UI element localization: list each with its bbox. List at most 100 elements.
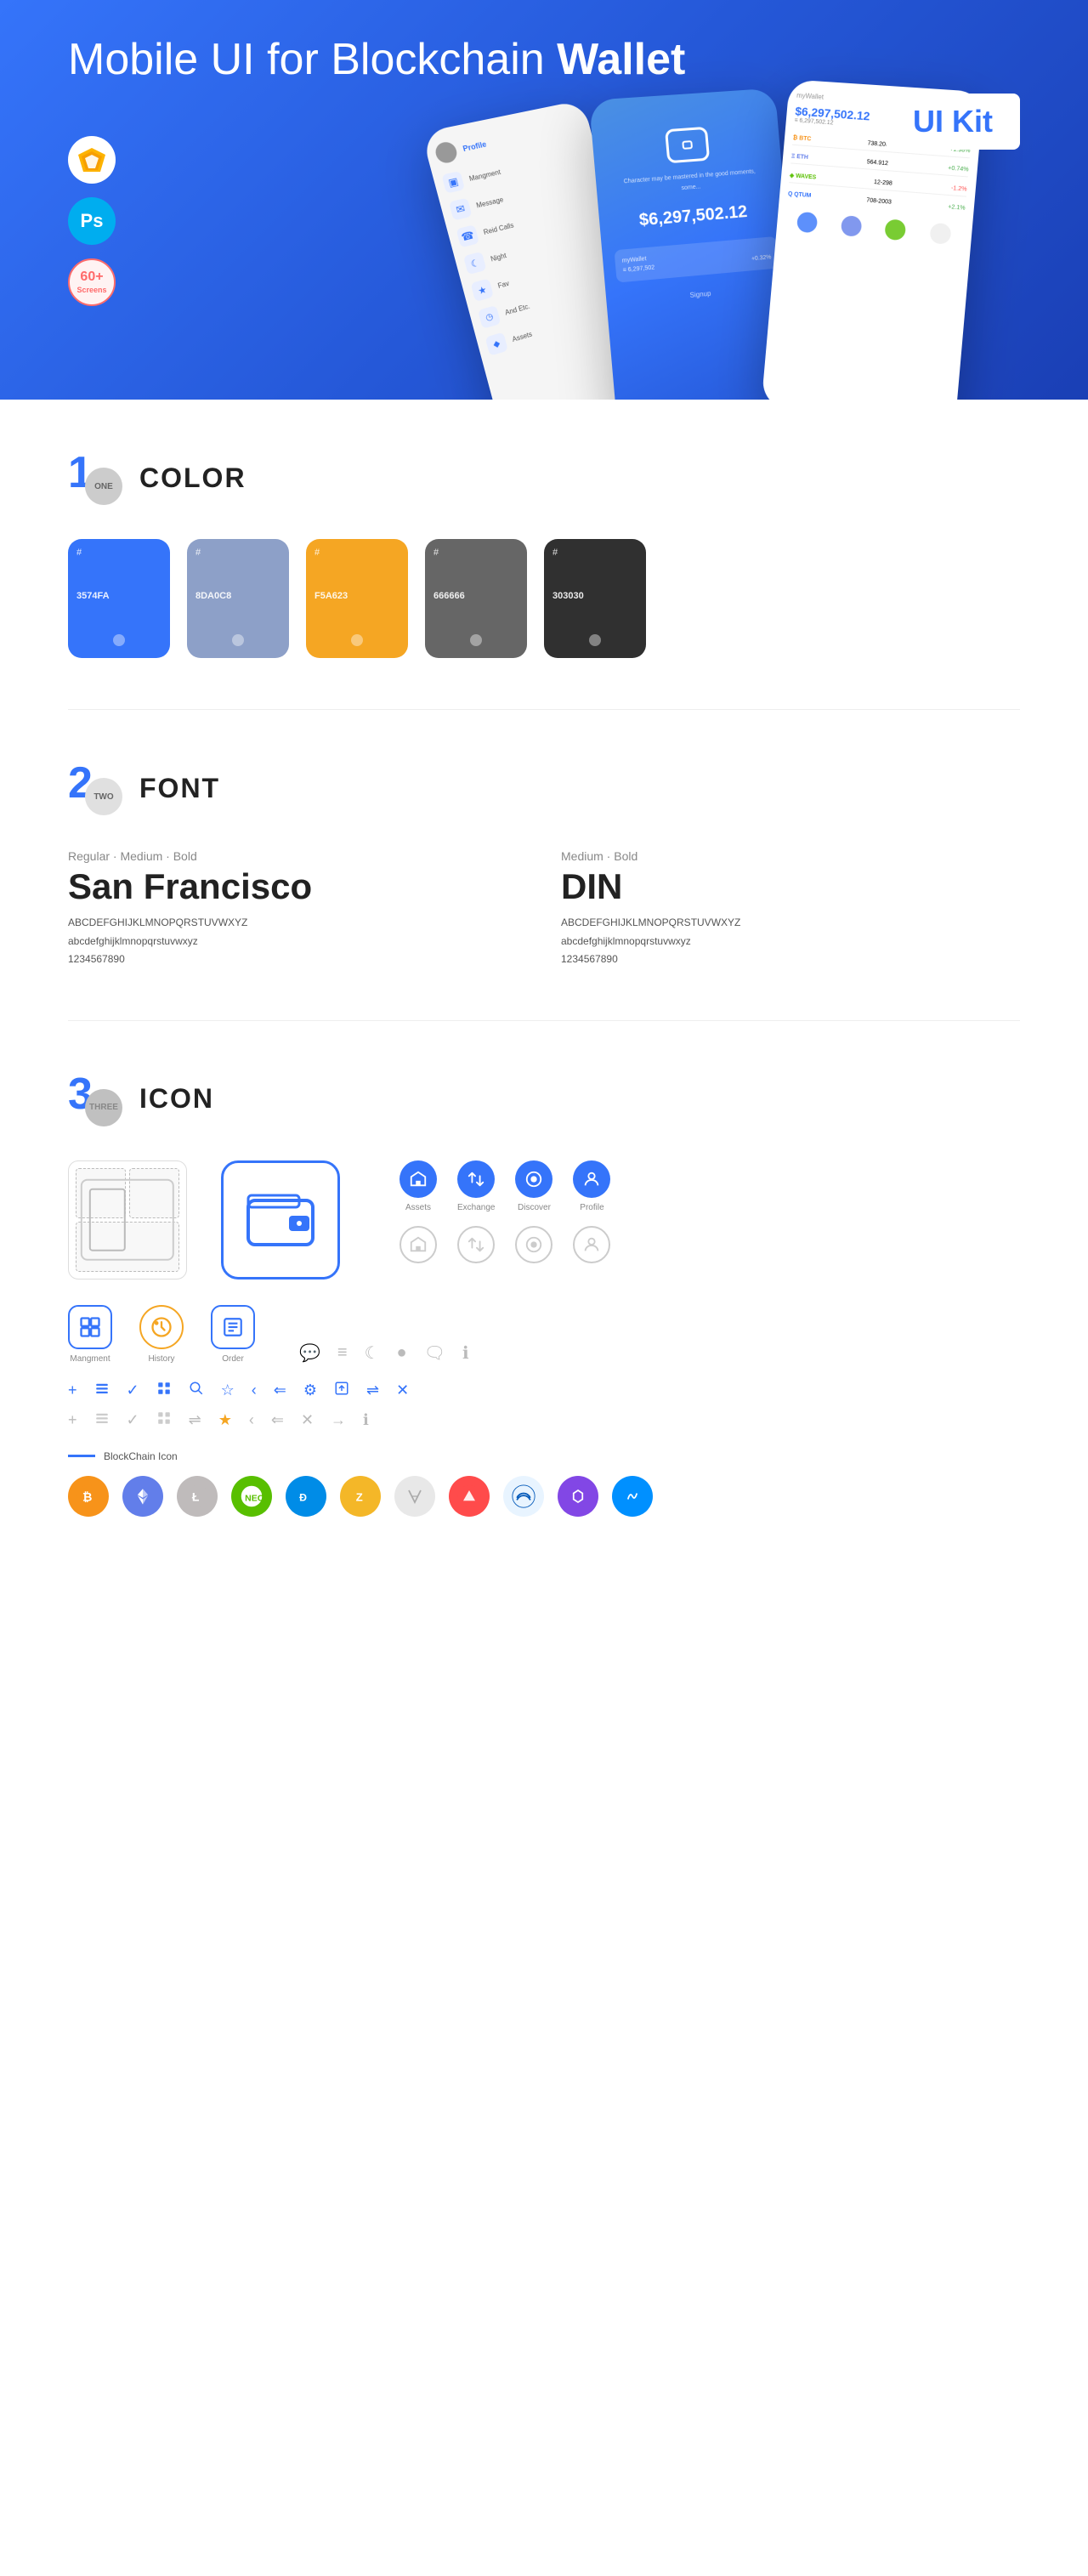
icon-labeled-row: Mangment History Order: [68, 1305, 1020, 1364]
list-icon: [94, 1381, 110, 1400]
color-section: 1 ONE COLOR # 3574FA # 8DA0C8 # F5A623: [68, 451, 1020, 658]
discover-outline-circle: [515, 1226, 552, 1263]
assets-outline-circle: [400, 1226, 437, 1263]
back-icon: ‹: [252, 1382, 257, 1399]
zcash-logo: Z: [340, 1476, 381, 1517]
other-logo: [612, 1476, 653, 1517]
icon-discover: Discover: [515, 1160, 552, 1212]
profile-outline-circle: [573, 1226, 610, 1263]
icon-section-sublabel: THREE: [85, 1089, 122, 1126]
swatch-gray-blue: # 8DA0C8: [187, 539, 289, 658]
discover-icon-circle: [515, 1160, 552, 1198]
sketch-badge: [68, 136, 116, 184]
uikit-badge: UI Kit: [886, 94, 1020, 150]
icon-discover-outline: [515, 1226, 552, 1263]
blockchain-divider: BlockChain Icon: [68, 1450, 1020, 1462]
bitcoin-logo: ₿: [68, 1476, 109, 1517]
icon-order: Order: [211, 1305, 255, 1364]
sf-uppercase: ABCDEFGHIJKLMNOPQRSTUVWXYZ: [68, 914, 527, 933]
icon-section-title: ICON: [139, 1083, 214, 1115]
font-section-title: FONT: [139, 773, 220, 804]
icon-section: 3 THREE ICON: [68, 1072, 1020, 1517]
circle-icon: ●: [397, 1343, 407, 1363]
dash-logo: Đ: [286, 1476, 326, 1517]
svg-text:NEO: NEO: [245, 1493, 264, 1503]
named-icons-filled: Assets Exchange Discover: [400, 1160, 610, 1263]
plus-gray-icon: +: [68, 1411, 77, 1429]
swatch-mid-gray: # 666666: [425, 539, 527, 658]
check-gray-icon: ✓: [127, 1411, 139, 1429]
svg-text:₿: ₿: [82, 1489, 92, 1503]
swatch-blue: # 3574FA: [68, 539, 170, 658]
din-name: DIN: [561, 866, 1020, 907]
blockchain-label: BlockChain Icon: [104, 1450, 178, 1462]
font-section: 2 TWO FONT Regular · Medium · Bold San F…: [68, 761, 1020, 969]
icon-profile: Profile: [573, 1160, 610, 1212]
crypto-logos: ₿ Ł NEO Đ Z: [68, 1476, 1020, 1517]
swatch-orange: # F5A623: [306, 539, 408, 658]
info-icon: ℹ: [462, 1342, 469, 1364]
history-label: History: [148, 1354, 174, 1364]
star-icon: ☆: [221, 1382, 235, 1399]
font-san-francisco: Regular · Medium · Bold San Francisco AB…: [68, 849, 527, 969]
color-swatches: # 3574FA # 8DA0C8 # F5A623 # 666666 #: [68, 539, 1020, 658]
close-icon: ✕: [396, 1382, 409, 1399]
forward-gray-icon: →: [331, 1411, 346, 1429]
sf-weight-label: Regular · Medium · Bold: [68, 849, 527, 863]
upload-icon: [334, 1381, 349, 1400]
content-wrapper: 1 ONE COLOR # 3574FA # 8DA0C8 # F5A623: [0, 400, 1088, 1619]
font-section-sublabel: TWO: [85, 778, 122, 815]
layers-icon: ≡: [337, 1343, 348, 1363]
svg-text:Đ: Đ: [299, 1491, 307, 1503]
exchange-icon-circle: [457, 1160, 495, 1198]
hero-title-bold: Wallet: [557, 35, 685, 84]
misc-icons-row: 💬 ≡ ☾ ● 🗨 ℹ: [299, 1342, 469, 1364]
ps-badge: Ps: [68, 197, 116, 245]
order-icon: [211, 1305, 255, 1349]
icon-profile-outline: [573, 1226, 610, 1263]
back-gray-icon: ‹: [249, 1411, 254, 1429]
icon-filled-wallet: [221, 1160, 340, 1279]
ark-logo: [449, 1476, 490, 1517]
litecoin-logo: Ł: [177, 1476, 218, 1517]
icon-history: History: [139, 1305, 184, 1364]
mangment-label: Mangment: [70, 1354, 110, 1364]
swap-gray-icon: ⇌: [189, 1411, 201, 1429]
hero-title: Mobile UI for Blockchain Wallet: [68, 34, 1020, 85]
grid-gray-icon: [156, 1410, 172, 1430]
ethereum-logo: [122, 1476, 163, 1517]
info-gray-icon: ℹ: [363, 1411, 369, 1429]
svg-text:Z: Z: [356, 1490, 363, 1503]
grid-icon: [156, 1381, 172, 1400]
star-filled-icon: ★: [218, 1411, 232, 1429]
hero-badges: Ps 60+ Screens: [68, 136, 116, 306]
mangment-icon: [68, 1305, 112, 1349]
blockchain-line: [68, 1455, 95, 1457]
order-label: Order: [222, 1354, 244, 1364]
iota-logo: [394, 1476, 435, 1517]
icon-assets: Assets: [400, 1160, 437, 1212]
share-icon: ⇐: [274, 1382, 286, 1399]
neo-logo: NEO: [231, 1476, 272, 1517]
gear-icon: ⚙: [303, 1382, 317, 1399]
chat2-icon: 🗨: [424, 1342, 445, 1364]
icon-top-row: Assets Exchange Discover: [68, 1160, 1020, 1279]
exchange-icon-label: Exchange: [457, 1203, 495, 1212]
swatch-dark: # 303030: [544, 539, 646, 658]
list-gray-icon: [94, 1410, 110, 1430]
font-grid: Regular · Medium · Bold San Francisco AB…: [68, 849, 1020, 969]
profile-icon-label: Profile: [580, 1203, 604, 1212]
search-icon: [189, 1381, 204, 1400]
sf-lowercase: abcdefghijklmnopqrstuvwxyz: [68, 933, 527, 951]
font-din: Medium · Bold DIN ABCDEFGHIJKLMNOPQRSTUV…: [561, 849, 1020, 969]
color-section-title: COLOR: [139, 462, 246, 494]
history-icon: [139, 1305, 184, 1349]
small-icons-row2: + ✓ ⇌ ★ ‹ ⇐ ✕ → ℹ: [68, 1410, 1020, 1430]
assets-icon-circle: [400, 1160, 437, 1198]
moon-icon: ☾: [365, 1342, 380, 1364]
din-uppercase: ABCDEFGHIJKLMNOPQRSTUVWXYZ: [561, 914, 1020, 933]
color-section-sublabel: ONE: [85, 468, 122, 505]
hero-title-regular: Mobile UI for Blockchain: [68, 35, 557, 84]
icon-mangment: Mangment: [68, 1305, 112, 1364]
close-gray-icon: ✕: [301, 1411, 314, 1429]
